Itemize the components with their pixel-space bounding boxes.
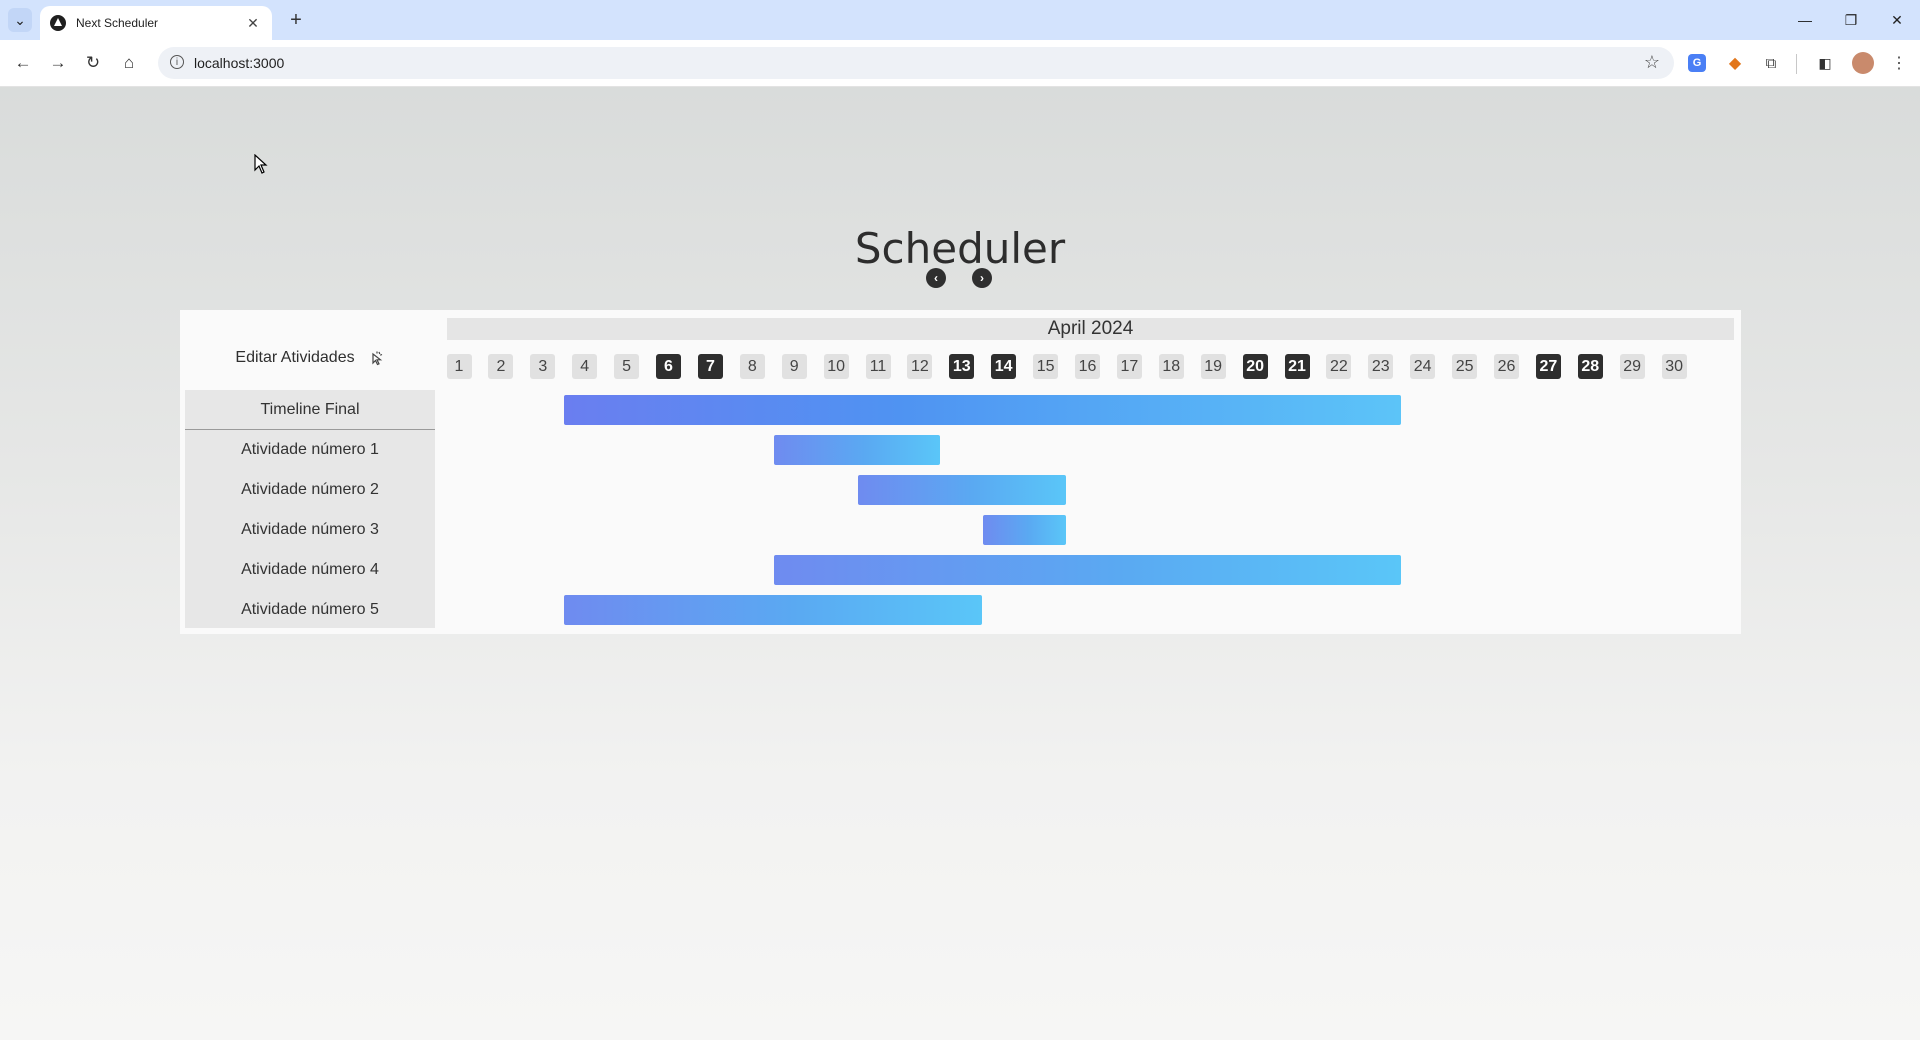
restore-icon[interactable]: ❐ (1828, 0, 1874, 40)
day-cell-18: 18 (1158, 354, 1184, 379)
day-cell-14: 14 (991, 354, 1017, 379)
side-panel-icon[interactable]: ◧ (1814, 52, 1836, 74)
day-cell-16: 16 (1075, 354, 1100, 379)
translate-extension-icon[interactable]: G (1688, 54, 1706, 72)
previous-month-button[interactable]: ‹ (926, 268, 946, 288)
activity-label: Atividade número 3 (241, 521, 379, 538)
minimize-icon[interactable]: — (1782, 0, 1828, 40)
day-cell-11: 11 (865, 354, 891, 379)
browser-tab[interactable]: Next Scheduler ✕ (40, 6, 272, 40)
day-cell-3: 3 (530, 354, 556, 379)
day-cell-13: 13 (949, 354, 975, 379)
day-cell-15: 15 (1033, 354, 1059, 379)
day-cell-30: 30 (1661, 354, 1687, 379)
browser-tabstrip: ⌄ Next Scheduler ✕ + — ❐ ✕ (0, 0, 1920, 40)
edit-activities-label: Editar Atividades (235, 349, 355, 366)
next-month-button[interactable]: › (972, 268, 992, 288)
activity-label: Atividade número 2 (241, 481, 379, 498)
activity-names-column: Timeline Final Atividade número 1 Atividad… (185, 390, 435, 628)
activity-bar[interactable] (773, 435, 941, 465)
timeline-final-bar[interactable] (564, 395, 1402, 425)
address-bar[interactable]: i localhost:3000 ☆ (158, 47, 1674, 79)
reload-icon[interactable]: ↻ (80, 50, 106, 76)
extensions-icon[interactable]: ⧉ (1760, 52, 1782, 74)
day-cell-29: 29 (1619, 354, 1645, 379)
edit-activities-button[interactable]: Editar Atividades (185, 344, 435, 372)
day-cell-2: 2 (488, 354, 514, 379)
browser-toolbar: ← → ↻ ⌂ i localhost:3000 ☆ G ◆ ⧉ ◧ ⋮ (0, 40, 1920, 87)
day-cell-28: 28 (1577, 354, 1603, 379)
day-cell-7: 7 (697, 354, 723, 379)
day-cell-4: 4 (572, 354, 598, 379)
activity-bar[interactable] (564, 595, 983, 625)
mouse-cursor-icon (254, 154, 268, 174)
day-cell-21: 21 (1284, 354, 1310, 379)
activity-bar[interactable] (983, 515, 1067, 545)
back-icon[interactable]: ← (10, 50, 36, 76)
nextjs-favicon-icon (50, 15, 66, 31)
activity-label: Atividade número 4 (241, 561, 379, 578)
activity-bar[interactable] (773, 555, 1402, 585)
day-cell-10: 10 (823, 354, 849, 379)
tab-close-icon[interactable]: ✕ (244, 15, 262, 32)
edit-cursor-icon (371, 351, 382, 366)
day-cell-1: 1 (446, 354, 472, 379)
profile-avatar[interactable] (1852, 52, 1874, 74)
activity-bar[interactable] (857, 475, 1067, 505)
day-cell-23: 23 (1368, 354, 1394, 379)
day-cell-19: 19 (1200, 354, 1226, 379)
toolbar-separator (1796, 54, 1797, 74)
day-cell-22: 22 (1326, 354, 1352, 379)
day-cell-9: 9 (781, 354, 807, 379)
tab-title: Next Scheduler (76, 16, 159, 30)
day-cell-25: 25 (1452, 354, 1478, 379)
tab-search-button[interactable]: ⌄ (8, 8, 32, 32)
day-cell-20: 20 (1242, 354, 1268, 379)
day-cell-8: 8 (739, 354, 765, 379)
day-cell-5: 5 (614, 354, 640, 379)
timeline-final-label: Timeline Final (185, 390, 435, 430)
day-cell-6: 6 (656, 354, 681, 379)
new-tab-button[interactable]: + (284, 8, 308, 32)
activity-label: Atividade número 5 (241, 601, 379, 618)
site-info-icon[interactable]: i (170, 55, 184, 69)
bookmark-star-icon[interactable]: ☆ (1644, 52, 1660, 73)
page-title: Scheduler (854, 224, 1066, 274)
day-cell-27: 27 (1535, 354, 1561, 379)
url-text[interactable]: localhost:3000 (194, 55, 284, 71)
activity-label: Atividade número 1 (241, 441, 379, 458)
forward-icon[interactable]: → (45, 50, 71, 76)
month-header: April 2024 (447, 318, 1734, 340)
day-cell-17: 17 (1116, 354, 1142, 379)
day-cell-26: 26 (1494, 354, 1519, 379)
browser-menu-icon[interactable]: ⋮ (1888, 52, 1910, 74)
metamask-extension-icon[interactable]: ◆ (1724, 52, 1746, 74)
day-cell-12: 12 (907, 354, 933, 379)
close-window-icon[interactable]: ✕ (1874, 0, 1920, 40)
window-controls: — ❐ ✕ (1782, 0, 1920, 40)
home-icon[interactable]: ⌂ (116, 50, 142, 76)
day-cell-24: 24 (1410, 354, 1436, 379)
